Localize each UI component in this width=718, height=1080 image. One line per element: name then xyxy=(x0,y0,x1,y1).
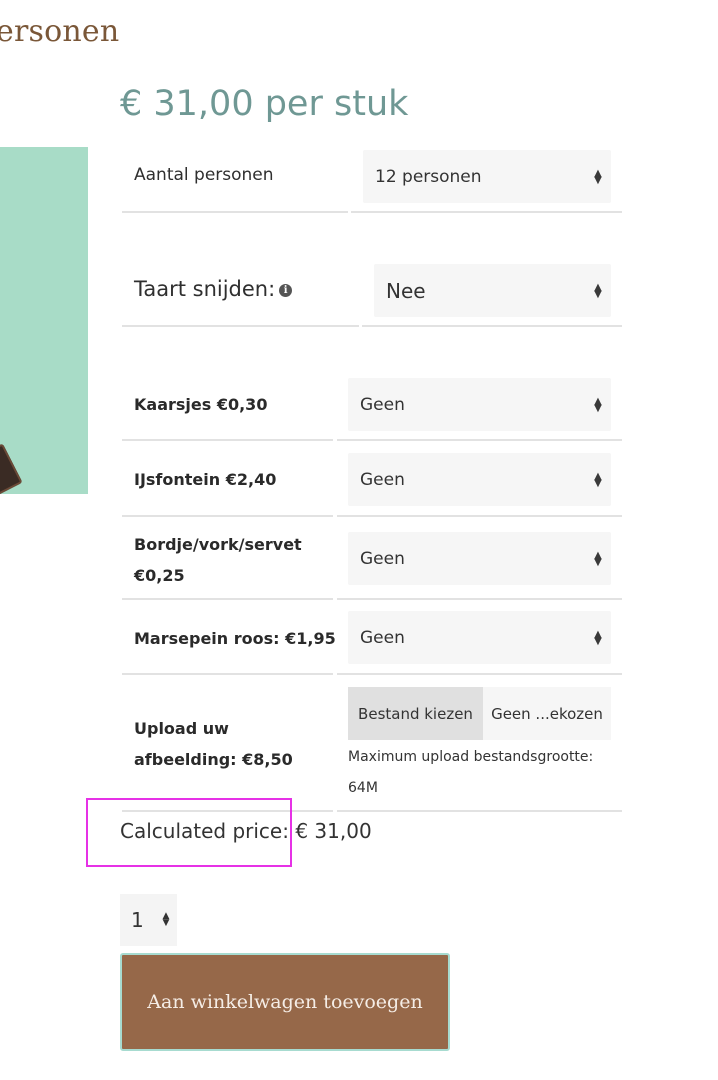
divider xyxy=(362,325,622,327)
updown-arrows-icon: ▲ ▼ xyxy=(162,911,170,928)
updown-arrows-icon: ▲ ▼ xyxy=(594,395,602,414)
divider xyxy=(337,673,622,675)
calculated-price-value: € 31,00 xyxy=(295,819,372,843)
cake-chocolate-shape xyxy=(0,443,23,494)
ijsfontein-select[interactable]: Geen ▲ ▼ xyxy=(348,453,611,506)
upload-label: Upload uw afbeelding: €8,50 xyxy=(134,713,293,775)
ijsfontein-value: Geen xyxy=(360,469,405,490)
bordje-value: Geen xyxy=(360,548,405,569)
bordje-select[interactable]: Geen ▲ ▼ xyxy=(348,532,611,585)
updown-arrows-icon: ▲ ▼ xyxy=(594,470,602,489)
kaarsjes-select[interactable]: Geen ▲ ▼ xyxy=(348,378,611,431)
marsepein-label: Marsepein roos: €1,95 xyxy=(134,629,336,648)
product-price: € 31,00 per stuk xyxy=(120,84,409,124)
updown-arrows-icon: ▲ ▼ xyxy=(594,281,602,300)
upload-size-note: Maximum upload bestandsgrootte: 64M xyxy=(348,742,618,804)
kaarsjes-label: Kaarsjes €0,30 xyxy=(134,395,268,414)
quantity-value: 1 xyxy=(131,908,144,932)
divider xyxy=(122,439,333,441)
divider xyxy=(122,211,348,213)
divider xyxy=(351,211,622,213)
add-to-cart-button[interactable]: Aan winkelwagen toevoegen xyxy=(120,953,450,1051)
aantal-personen-select[interactable]: 12 personen ▲ ▼ xyxy=(363,150,611,203)
quantity-select[interactable]: 1 ▲ ▼ xyxy=(120,894,177,946)
updown-arrows-icon: ▲ ▼ xyxy=(594,167,602,186)
aantal-personen-label: Aantal personen xyxy=(134,165,274,185)
divider xyxy=(337,515,622,517)
upload-note-line2: 64M xyxy=(348,780,378,796)
divider xyxy=(122,598,333,600)
divider xyxy=(122,325,359,327)
taart-snijden-label: Taart snijden: i xyxy=(134,277,293,301)
divider xyxy=(122,515,333,517)
divider xyxy=(122,673,333,675)
divider xyxy=(337,598,622,600)
upload-label-line1: Upload uw xyxy=(134,719,229,738)
bordje-label: Bordje/vork/servet €0,25 xyxy=(134,529,302,591)
choose-file-button[interactable]: Bestand kiezen xyxy=(348,687,483,740)
divider xyxy=(337,439,622,441)
file-status-text: Geen ...ekozen xyxy=(491,704,603,723)
kaarsjes-value: Geen xyxy=(360,394,405,415)
upload-note-line1: Maximum upload bestandsgrootte: xyxy=(348,749,594,765)
upload-label-line2: afbeelding: €8,50 xyxy=(134,750,293,769)
taart-snijden-text: Taart snijden: xyxy=(134,277,276,301)
bordje-label-line1: Bordje/vork/servet xyxy=(134,535,302,554)
bordje-label-line2: €0,25 xyxy=(134,566,185,585)
aantal-personen-value: 12 personen xyxy=(375,166,482,187)
highlight-box xyxy=(86,798,292,867)
file-upload-input[interactable]: Bestand kiezen Geen ...ekozen xyxy=(348,687,611,740)
product-image xyxy=(0,147,88,494)
marsepein-select[interactable]: Geen ▲ ▼ xyxy=(348,611,611,664)
product-title: ersonen xyxy=(0,14,120,49)
marsepein-value: Geen xyxy=(360,627,405,648)
ijsfontein-label: IJsfontein €2,40 xyxy=(134,470,277,489)
updown-arrows-icon: ▲ ▼ xyxy=(594,628,602,647)
updown-arrows-icon: ▲ ▼ xyxy=(594,549,602,568)
taart-snijden-select[interactable]: Nee ▲ ▼ xyxy=(374,264,611,317)
info-icon[interactable]: i xyxy=(279,284,293,297)
taart-snijden-value: Nee xyxy=(386,278,426,303)
divider xyxy=(337,810,622,812)
